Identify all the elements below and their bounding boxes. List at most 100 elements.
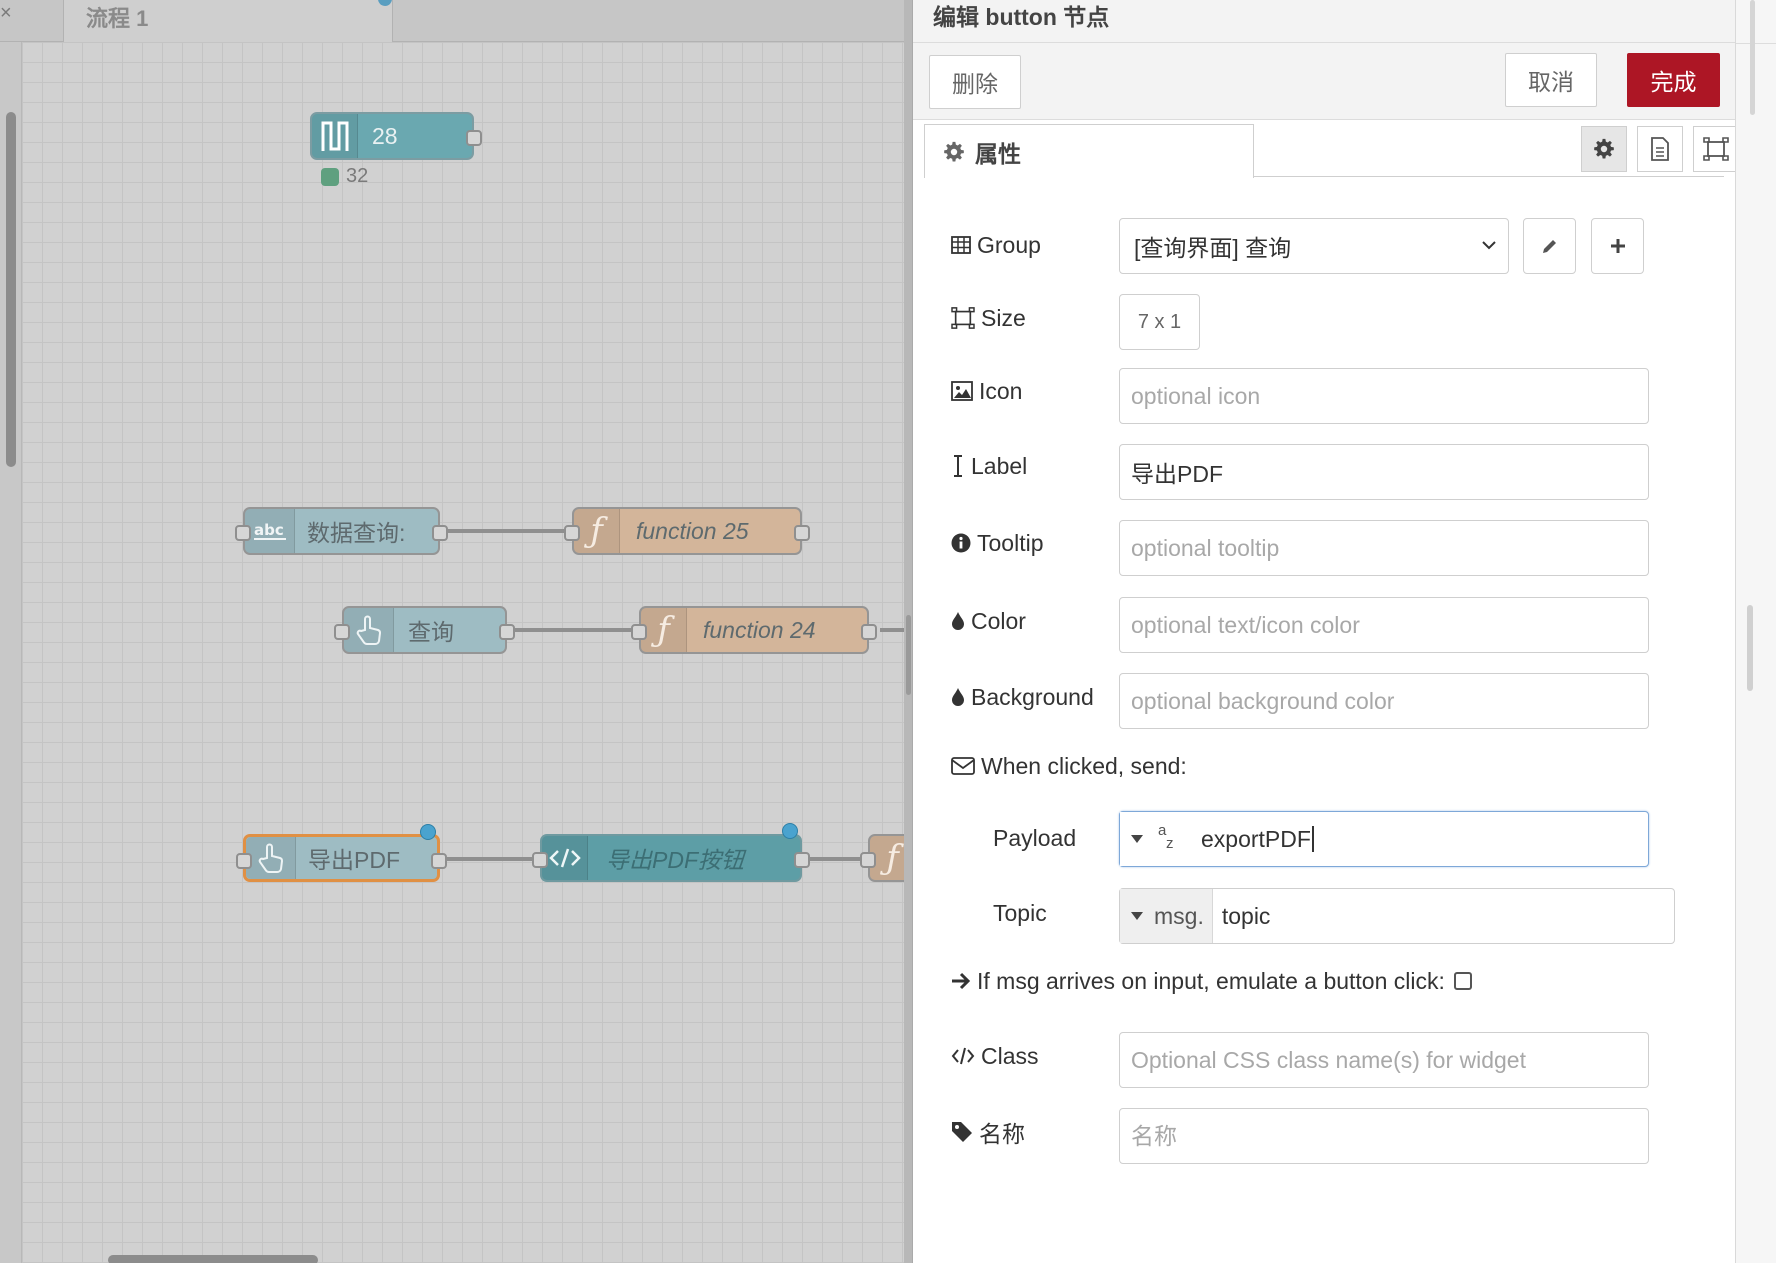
input-port[interactable] xyxy=(235,525,251,541)
emulate-checkbox[interactable] xyxy=(1453,972,1472,990)
vertical-scroll-thumb[interactable] xyxy=(6,112,16,467)
input-port[interactable] xyxy=(631,624,647,640)
label-input[interactable] xyxy=(1119,444,1649,500)
delete-button[interactable]: 删除 xyxy=(929,55,1021,109)
wire[interactable] xyxy=(438,857,542,861)
caret-down-icon xyxy=(1131,835,1143,843)
payload-value: exportPDF xyxy=(1201,825,1311,852)
input-port[interactable] xyxy=(564,525,580,541)
settings-tab-button[interactable] xyxy=(1581,126,1627,172)
node-label: 28 xyxy=(372,122,398,149)
input-port[interactable] xyxy=(532,852,548,868)
tab-properties[interactable]: 属性 xyxy=(924,124,1254,178)
code-icon xyxy=(951,1047,975,1065)
size-label: Size xyxy=(951,303,1026,333)
file-text-icon xyxy=(1651,137,1669,161)
chevron-down-icon xyxy=(1482,241,1496,250)
node-function-partial[interactable]: ƒ xyxy=(860,834,904,882)
node-export-pdf-button[interactable]: 导出PDF xyxy=(236,824,447,882)
tray-title: 编辑 button 节点 xyxy=(933,4,1110,30)
group-label: Group xyxy=(951,230,1041,260)
output-port[interactable] xyxy=(861,624,877,640)
topic-value: topic xyxy=(1221,902,1271,929)
caret-down-icon xyxy=(1131,912,1143,920)
gear-icon xyxy=(944,141,964,162)
color-input[interactable] xyxy=(1119,597,1649,653)
emulate-label: If msg arrives on input, emulate a butto… xyxy=(977,967,1445,994)
node-function-25[interactable]: ƒ function 25 xyxy=(564,507,810,555)
image-icon xyxy=(951,381,973,401)
tooltip-input[interactable] xyxy=(1119,520,1649,576)
label-label: Label xyxy=(951,451,1027,481)
arrow-right-icon xyxy=(952,972,971,990)
group-select[interactable]: [查询界面] 查询 xyxy=(1119,218,1509,274)
background-input[interactable] xyxy=(1119,673,1649,729)
node-status-text: 32 xyxy=(346,165,369,187)
vertical-scrollbar[interactable] xyxy=(0,42,22,1263)
output-port[interactable] xyxy=(431,853,447,869)
when-clicked-label: When clicked, send: xyxy=(951,751,1187,781)
node-label: 导出PDF xyxy=(308,847,400,873)
wire[interactable] xyxy=(505,628,639,632)
changed-dot-icon xyxy=(420,824,436,840)
payload-type-select[interactable]: a z xyxy=(1120,812,1192,866)
input-port[interactable] xyxy=(236,853,252,869)
icon-label-text: Icon xyxy=(979,377,1023,404)
splitter-handle[interactable] xyxy=(906,615,911,695)
name-input[interactable] xyxy=(1119,1108,1649,1164)
hand-pointer-icon xyxy=(344,608,394,652)
node-label: 导出PDF按钮 xyxy=(606,847,744,873)
output-port[interactable] xyxy=(432,525,448,541)
output-port[interactable] xyxy=(794,852,810,868)
frame-icon xyxy=(951,307,975,329)
tooltip-label: Tooltip xyxy=(951,528,1043,558)
node-query-button[interactable]: 查询 xyxy=(334,606,515,654)
horizontal-scroll-thumb[interactable] xyxy=(108,1255,318,1263)
topic-type-label: msg. xyxy=(1154,902,1204,929)
table-icon xyxy=(951,236,971,254)
tray-header: 编辑 button 节点 xyxy=(913,0,1736,43)
payload-input[interactable]: a z exportPDF xyxy=(1119,811,1649,867)
topic-type-select[interactable]: msg. xyxy=(1120,889,1213,943)
size-button[interactable]: 7 x 1 xyxy=(1119,294,1200,350)
close-tab-icon[interactable]: × xyxy=(0,2,12,25)
edit-group-button[interactable] xyxy=(1523,218,1576,274)
sidebar-scroll-thumb[interactable] xyxy=(1750,0,1755,115)
changed-dot-icon xyxy=(378,0,392,6)
output-port[interactable] xyxy=(499,624,515,640)
icon-input[interactable] xyxy=(1119,368,1649,424)
trigger-icon xyxy=(312,114,358,158)
tint-icon xyxy=(952,688,964,706)
add-group-button[interactable] xyxy=(1591,218,1644,274)
function-icon: ƒ xyxy=(641,608,687,652)
topic-input[interactable]: msg. topic xyxy=(1119,888,1675,944)
description-tab-button[interactable] xyxy=(1637,126,1683,172)
payload-label: Payload xyxy=(993,825,1077,851)
appearance-tab-button[interactable] xyxy=(1693,126,1739,172)
tab-flow-1[interactable]: 流程 1 xyxy=(63,0,393,43)
done-button[interactable]: 完成 xyxy=(1627,53,1720,107)
node-trigger[interactable]: 28 xyxy=(310,112,482,160)
output-port[interactable] xyxy=(794,525,810,541)
edit-tray: 编辑 button 节点 删除 取消 完成 属性 Group [查询界面] 查询… xyxy=(912,0,1739,1263)
node-text-query[interactable]: abc 数据查询: xyxy=(235,507,448,555)
wire[interactable] xyxy=(438,529,572,533)
changed-dot-icon xyxy=(782,823,798,839)
function-icon: ƒ xyxy=(574,509,620,553)
hand-pointer-icon xyxy=(246,837,296,879)
class-input[interactable] xyxy=(1119,1032,1649,1088)
node-function-24[interactable]: ƒ function 24 xyxy=(631,606,877,654)
text-abc-icon: abc xyxy=(245,509,295,553)
icon-label: Icon xyxy=(951,376,1022,406)
tray-resize-handle[interactable] xyxy=(1747,605,1753,691)
input-port[interactable] xyxy=(860,852,876,868)
input-port[interactable] xyxy=(334,624,350,640)
node-template[interactable]: 导出PDF按钮 xyxy=(532,823,810,882)
cancel-button[interactable]: 取消 xyxy=(1505,53,1597,107)
node-status-dot xyxy=(321,168,339,186)
string-type-icon: a z xyxy=(1158,822,1174,852)
flow-workspace[interactable]: × 流程 1 28 32 abc 数据查询: ƒ function 25 查询 … xyxy=(0,0,904,1263)
flow-tab-bar: × 流程 1 xyxy=(0,0,904,43)
wire[interactable] xyxy=(880,628,904,632)
output-port[interactable] xyxy=(466,130,482,146)
